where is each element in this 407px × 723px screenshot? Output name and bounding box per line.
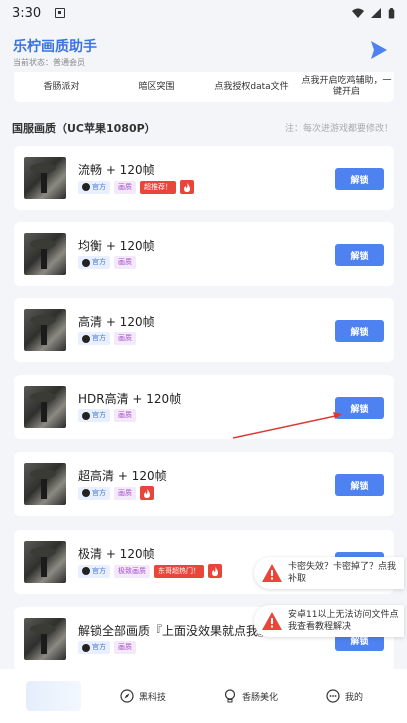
sim-icon [55, 8, 66, 18]
card-title: 流畅 + 120帧 [78, 163, 155, 177]
fire-icon [180, 180, 194, 194]
nav-label: 黑科技 [139, 692, 167, 703]
nav-beautify[interactable]: 香肠美化 [223, 689, 278, 703]
bulb-icon [224, 689, 236, 703]
quality-card: HDR高清 + 120帧 官方 画质 解锁 [14, 375, 394, 439]
tag-hot: 超推荐！ [140, 180, 176, 194]
app-bar: 乐柠画质助手 当前状态：普通会员 [0, 30, 407, 74]
quality-card: 均衡 + 120帧 官方 画质 解锁 [14, 222, 394, 286]
section-title: 国服画质（UC苹果1080P） [12, 122, 156, 135]
warning-icon [262, 612, 282, 630]
thumbnail [24, 618, 66, 660]
battery-icon [388, 7, 395, 19]
toast-message: 卡密失效？卡密掉了？点我补取 [288, 562, 397, 584]
thumbnail [24, 463, 66, 505]
unlock-button[interactable]: 解锁 [335, 244, 384, 266]
nav-home-tab[interactable] [26, 681, 81, 711]
quality-card: 超高清 + 120帧 官方 画质 解锁 [14, 452, 394, 516]
status-time: 3:30 [12, 5, 42, 21]
tag-quality: 极致画质 [114, 564, 150, 578]
tag-quality: 画质 [114, 332, 136, 345]
official-dot-icon [82, 334, 90, 343]
signal-icon [371, 7, 381, 18]
tag-official: 官方 [78, 564, 110, 578]
tag-quality: 画质 [114, 409, 136, 422]
thumbnail [24, 386, 66, 428]
official-dot-icon [82, 643, 90, 652]
thumbnail [24, 541, 66, 583]
feature-strip: 香肠派对 暗区突围 点我授权data文件 点我开启吃鸡辅助，一键开启 [14, 72, 394, 102]
official-dot-icon [82, 567, 90, 575]
thumbnail [24, 233, 66, 275]
nav-label: 我的 [345, 692, 364, 703]
tag-quality: 画质 [114, 180, 136, 194]
card-title: 超高清 + 120帧 [78, 469, 167, 483]
official-dot-icon [82, 183, 90, 191]
fire-icon [140, 486, 154, 500]
thumbnail [24, 309, 66, 351]
bottom-nav: 黑科技 香肠美化 我的 [0, 669, 407, 723]
official-dot-icon [82, 258, 90, 267]
warning-icon [262, 564, 282, 582]
card-title: 极清 + 120帧 [78, 547, 155, 561]
thumbnail [24, 157, 66, 199]
dots-icon [326, 689, 340, 703]
tag-quality: 画质 [114, 486, 136, 500]
fire-icon [208, 564, 222, 578]
tag-official: 官方 [78, 180, 110, 194]
wifi-icon [352, 8, 364, 18]
tag-quality: 画质 [114, 641, 136, 654]
unlock-button[interactable]: 解锁 [335, 397, 384, 419]
nav-tech[interactable]: 黑科技 [120, 689, 166, 703]
quality-card: 流畅 + 120帧 官方 画质 超推荐！ 解锁 [14, 146, 394, 210]
section-note: 注：每次进游戏都要修改！ [284, 124, 393, 134]
membership-status: 当前状态：普通会员 [13, 58, 85, 67]
app-title: 乐柠画质助手 [13, 39, 97, 55]
card-title: 高清 + 120帧 [78, 315, 155, 329]
tag-hot: 东哥超热门！ [154, 564, 204, 578]
tag-quality: 画质 [114, 256, 136, 269]
toast-message: 安卓11以上无法访问文件点我查看教程解决 [288, 610, 399, 632]
unlock-button[interactable]: 解锁 [335, 320, 384, 342]
feature-authorize-data[interactable]: 点我授权data文件 [204, 82, 299, 93]
nav-label: 香肠美化 [242, 692, 279, 703]
feature-arena-breakout[interactable]: 暗区突围 [109, 82, 204, 93]
feature-sausage-party[interactable]: 香肠派对 [14, 82, 109, 93]
official-dot-icon [82, 411, 90, 420]
tag-official: 官方 [78, 409, 110, 422]
tag-official: 官方 [78, 641, 110, 654]
android11-help-toast[interactable]: 安卓11以上无法访问文件点我查看教程解决 [254, 605, 404, 637]
unlock-button[interactable]: 解锁 [335, 474, 384, 496]
card-title: 均衡 + 120帧 [78, 239, 155, 253]
official-dot-icon [82, 489, 90, 497]
card-title: 解锁全部画质『上面没效果就点我』 [78, 624, 271, 638]
feature-pubg-assist[interactable]: 点我开启吃鸡辅助，一键开启 [299, 76, 394, 98]
card-key-help-toast[interactable]: 卡密失效？卡密掉了？点我补取 [254, 557, 404, 589]
tag-official: 官方 [78, 332, 110, 345]
play-icon[interactable] [363, 35, 393, 65]
tag-official: 官方 [78, 256, 110, 269]
nav-mine[interactable]: 我的 [326, 689, 363, 703]
tag-official: 官方 [78, 486, 110, 500]
unlock-button[interactable]: 解锁 [335, 168, 384, 190]
compass-icon [120, 689, 134, 703]
card-title: HDR高清 + 120帧 [78, 392, 182, 406]
status-bar: 3:30 [0, 0, 407, 26]
quality-card: 高清 + 120帧 官方 画质 解锁 [14, 298, 394, 362]
